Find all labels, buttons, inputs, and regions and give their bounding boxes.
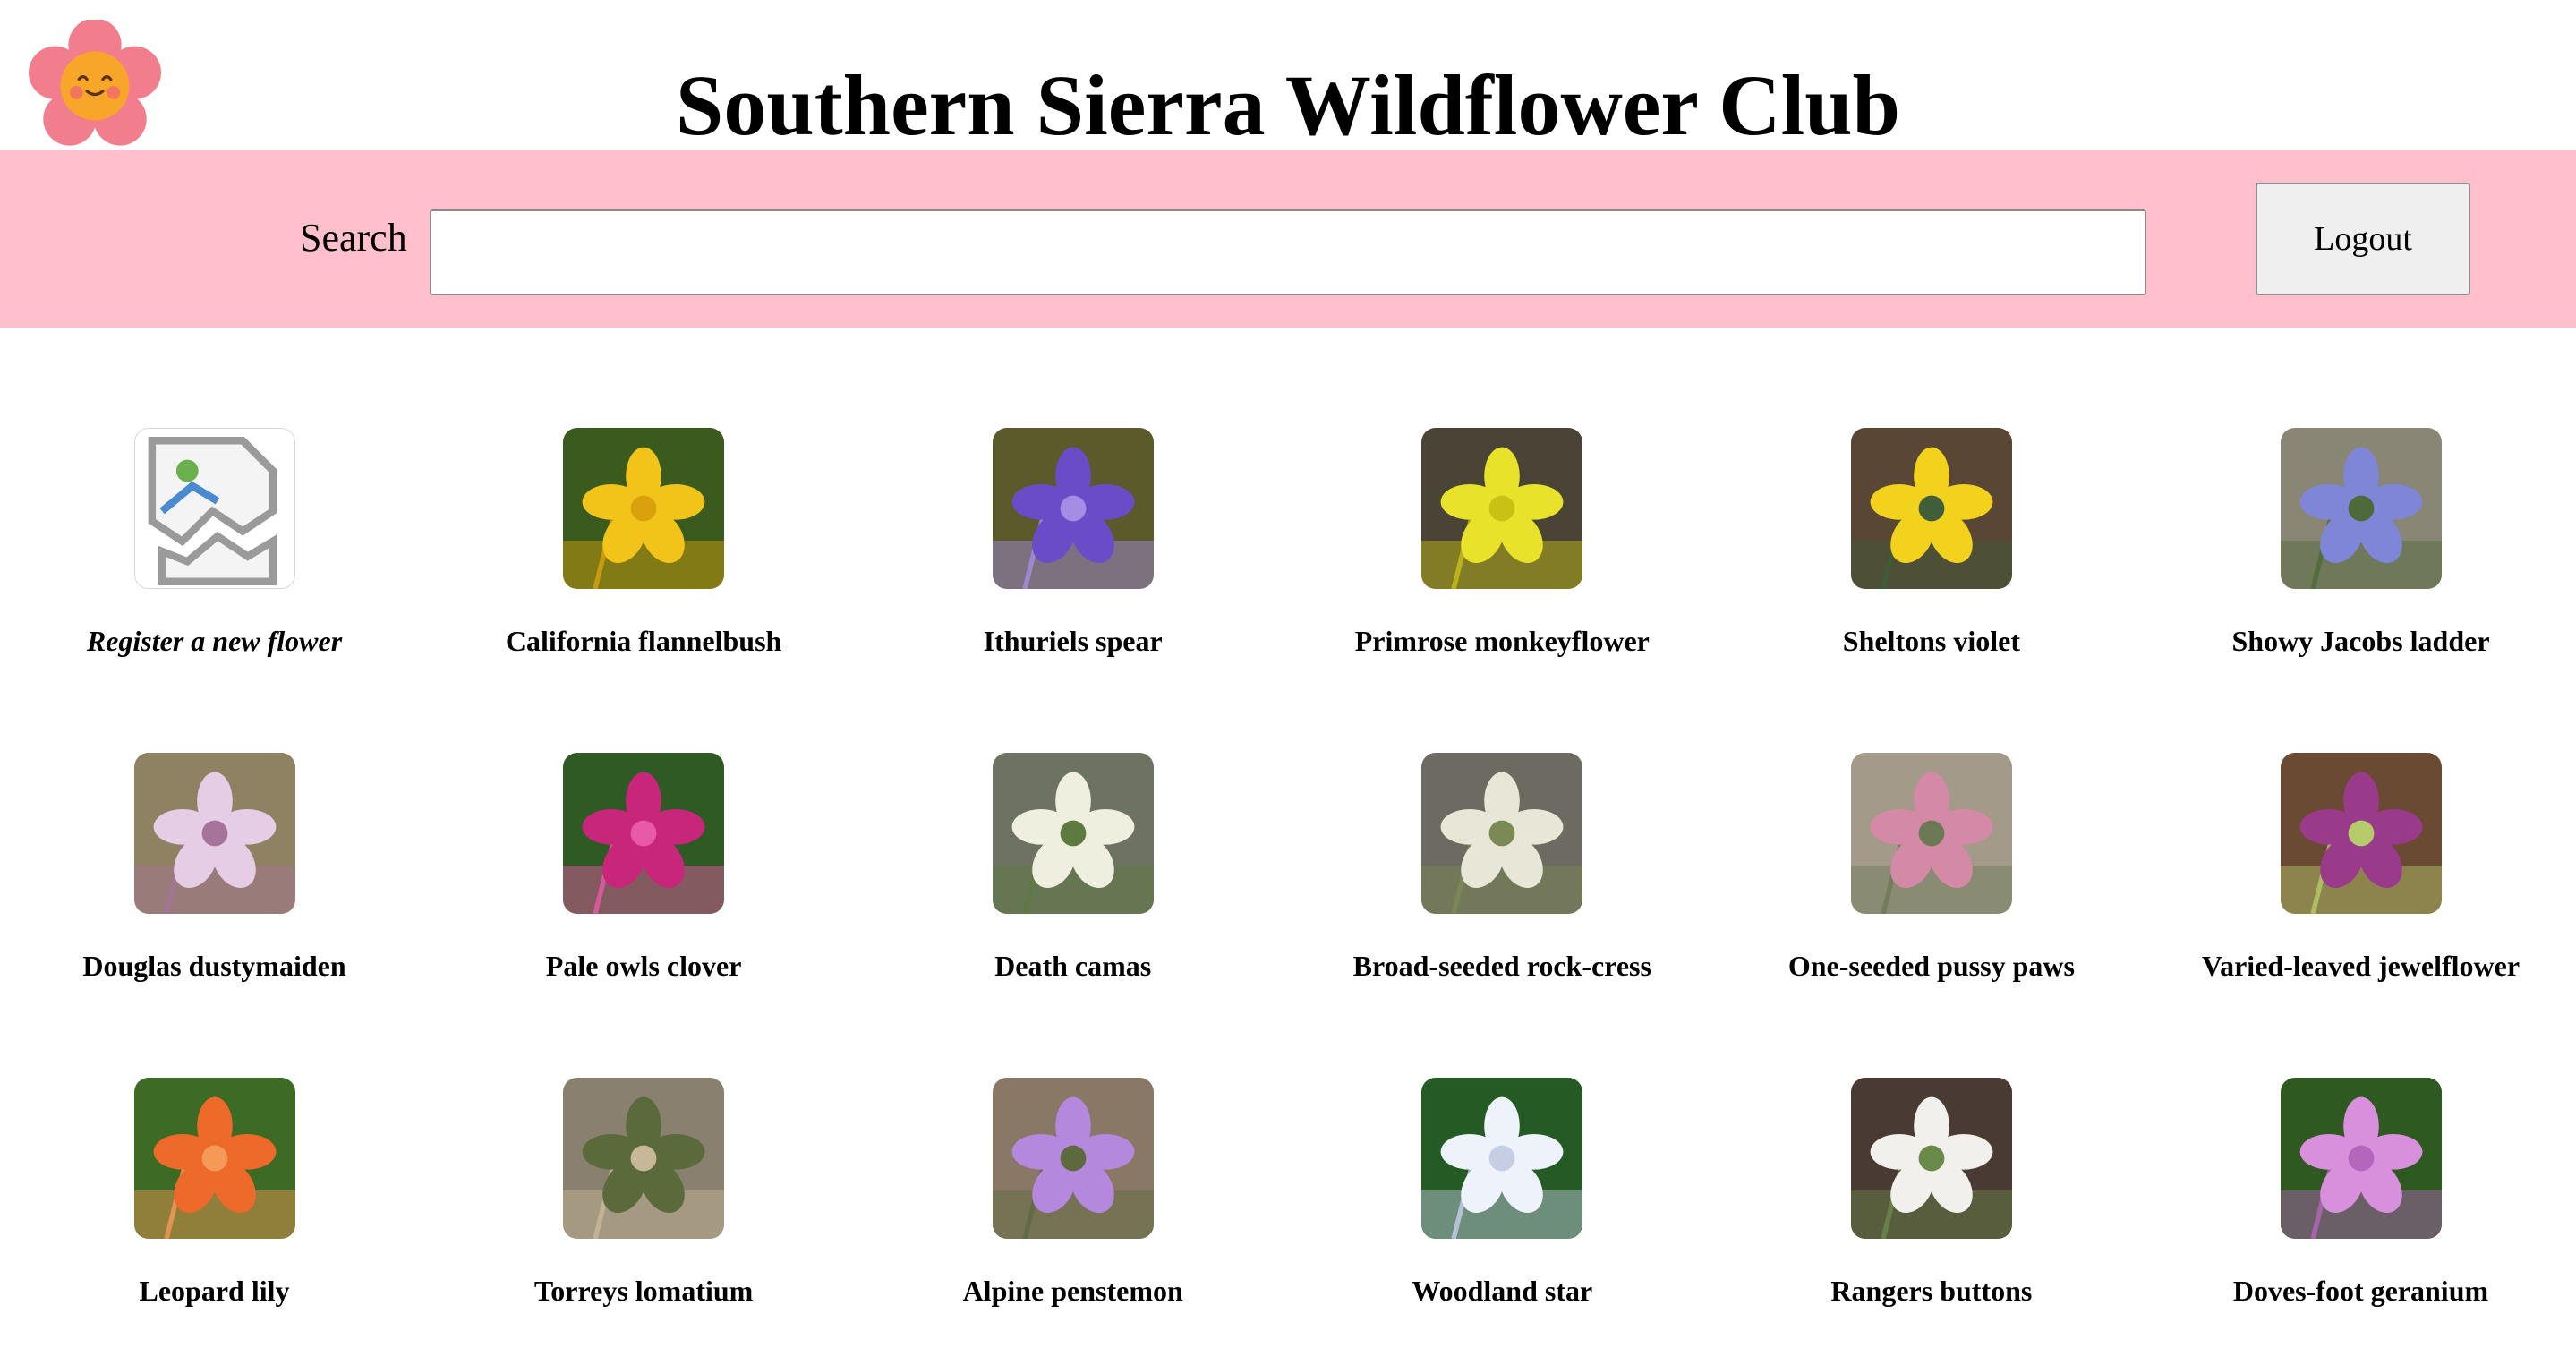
register-flower-label[interactable]: Register a new flower bbox=[0, 623, 429, 659]
flower-card[interactable]: Showy Jacobs ladder bbox=[2146, 428, 2575, 659]
flower-photo-image bbox=[1850, 1078, 2012, 1239]
flower-photo[interactable] bbox=[1850, 428, 2012, 589]
flower-name[interactable]: One-seeded pussy paws bbox=[1717, 948, 2145, 984]
flower-photo[interactable] bbox=[992, 1078, 1154, 1239]
flower-photo-image bbox=[992, 753, 1154, 914]
flower-card[interactable]: California flannelbush bbox=[430, 428, 858, 659]
flower-name[interactable]: Sheltons violet bbox=[1717, 623, 2145, 659]
flower-photo-image bbox=[133, 753, 295, 914]
flower-card[interactable]: Death camas bbox=[858, 753, 1287, 984]
flower-photo[interactable] bbox=[2280, 428, 2442, 589]
flower-name[interactable]: Pale owls clover bbox=[430, 948, 858, 984]
flower-card[interactable]: Leopard lily bbox=[0, 1078, 429, 1309]
flower-card[interactable]: Douglas dustymaiden bbox=[0, 753, 429, 984]
flower-card[interactable]: Ithuriels spear bbox=[858, 428, 1287, 659]
flower-photo[interactable] bbox=[133, 753, 295, 914]
flower-card[interactable]: Sheltons violet bbox=[1717, 428, 2145, 659]
flower-photo-image bbox=[1421, 753, 1583, 914]
flower-name[interactable]: Leopard lily bbox=[0, 1273, 429, 1309]
flower-photo-image bbox=[563, 428, 725, 589]
flower-card[interactable]: One-seeded pussy paws bbox=[1717, 753, 2145, 984]
flower-name[interactable]: Death camas bbox=[858, 948, 1287, 984]
flower-name[interactable]: Doves-foot geranium bbox=[2146, 1273, 2575, 1309]
flower-photo-image bbox=[1421, 1078, 1583, 1239]
flower-photo-image bbox=[2280, 428, 2442, 589]
flower-card[interactable]: Doves-foot geranium bbox=[2146, 1078, 2575, 1309]
flower-name[interactable]: Douglas dustymaiden bbox=[0, 948, 429, 984]
flower-name[interactable]: Alpine penstemon bbox=[858, 1273, 1287, 1309]
logout-button[interactable]: Logout bbox=[2256, 183, 2470, 295]
flower-photo[interactable] bbox=[1421, 753, 1583, 914]
search-input[interactable] bbox=[430, 209, 2146, 295]
flower-name[interactable]: Ithuriels spear bbox=[858, 623, 1287, 659]
flower-name[interactable]: Woodland star bbox=[1288, 1273, 1717, 1309]
flower-photo[interactable] bbox=[2280, 1078, 2442, 1239]
flower-photo[interactable] bbox=[992, 753, 1154, 914]
register-flower-card[interactable]: Register a new flower bbox=[0, 428, 429, 659]
flower-photo[interactable] bbox=[1850, 753, 2012, 914]
flower-card[interactable]: Pale owls clover bbox=[430, 753, 858, 984]
flower-name[interactable]: Primrose monkeyflower bbox=[1288, 623, 1717, 659]
flower-name[interactable]: Rangers buttons bbox=[1717, 1273, 2145, 1309]
flower-name[interactable]: Torreys lomatium bbox=[430, 1273, 858, 1309]
flower-photo-image bbox=[133, 1078, 295, 1239]
flower-card[interactable]: Primrose monkeyflower bbox=[1288, 428, 1717, 659]
flower-name[interactable]: Varied-leaved jewelflower bbox=[2146, 948, 2575, 984]
flower-photo-image bbox=[1850, 428, 2012, 589]
site-title: Southern Sierra Wildflower Club bbox=[675, 57, 1901, 153]
flower-photo[interactable] bbox=[992, 428, 1154, 589]
flower-card[interactable]: Rangers buttons bbox=[1717, 1078, 2145, 1309]
flower-photo[interactable] bbox=[563, 753, 725, 914]
flower-card[interactable]: Alpine penstemon bbox=[858, 1078, 1287, 1309]
flower-name[interactable]: Showy Jacobs ladder bbox=[2146, 623, 2575, 659]
flower-name[interactable]: California flannelbush bbox=[430, 623, 858, 659]
flower-photo[interactable] bbox=[1421, 1078, 1583, 1239]
flower-photo-image bbox=[1850, 753, 2012, 914]
search-label: Search bbox=[300, 216, 407, 260]
flower-photo-image bbox=[1421, 428, 1583, 589]
flower-photo-image bbox=[992, 428, 1154, 589]
flower-photo[interactable] bbox=[563, 1078, 725, 1239]
flower-photo[interactable] bbox=[1850, 1078, 2012, 1239]
broken-image-placeholder[interactable] bbox=[133, 428, 295, 589]
flower-photo[interactable] bbox=[1421, 428, 1583, 589]
flower-photo[interactable] bbox=[2280, 753, 2442, 914]
flower-photo-image bbox=[563, 753, 725, 914]
flower-photo[interactable] bbox=[133, 1078, 295, 1239]
flower-card[interactable]: Torreys lomatium bbox=[430, 1078, 858, 1309]
search-bar: Search Logout bbox=[0, 150, 2576, 328]
flower-card[interactable]: Broad-seeded rock-cress bbox=[1288, 753, 1717, 984]
flower-card[interactable]: Varied-leaved jewelflower bbox=[2146, 753, 2575, 984]
flower-photo-image bbox=[2280, 1078, 2442, 1239]
flower-card[interactable]: Woodland star bbox=[1288, 1078, 1717, 1309]
flower-photo-image bbox=[563, 1078, 725, 1239]
flower-photo-image bbox=[992, 1078, 1154, 1239]
flower-photo-image bbox=[2280, 753, 2442, 914]
broken-image-icon bbox=[148, 437, 277, 585]
flower-photo[interactable] bbox=[563, 428, 725, 589]
flower-name[interactable]: Broad-seeded rock-cress bbox=[1288, 948, 1717, 984]
